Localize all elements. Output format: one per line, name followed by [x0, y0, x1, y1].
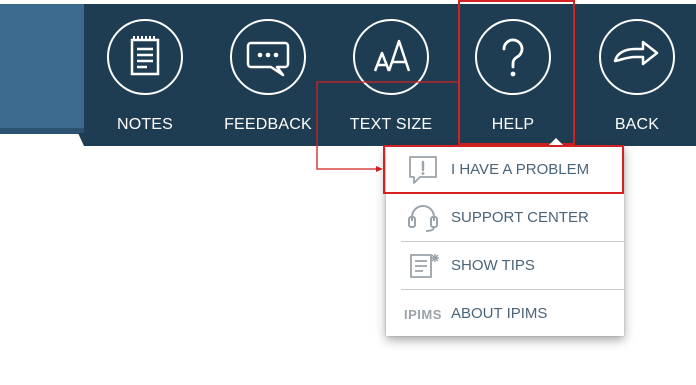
back-icon	[599, 19, 675, 95]
tips-icon	[404, 251, 444, 281]
back-button[interactable]: BACK	[582, 4, 692, 146]
menu-item-label: ABOUT IPIMS	[451, 305, 548, 322]
notes-button[interactable]: NOTES	[90, 4, 200, 146]
notes-icon	[107, 19, 183, 95]
help-icon	[475, 19, 551, 95]
text-size-button[interactable]: TEXT SIZE	[336, 4, 446, 146]
top-toolbar: NOTES FEEDBACK TEXT SIZE HELP BACK	[78, 4, 696, 146]
app-screen: NOTES FEEDBACK TEXT SIZE HELP BACK I HAV…	[0, 0, 696, 385]
help-dropdown-menu: I HAVE A PROBLEM SUPPORT CENTER SHOW TIP…	[386, 138, 624, 338]
back-label: BACK	[614, 116, 660, 133]
menu-item-show-tips[interactable]: SHOW TIPS	[386, 242, 624, 290]
menu-item-about-ipims[interactable]: IPIMS ABOUT IPIMS	[386, 290, 624, 338]
problem-icon	[404, 155, 444, 185]
help-button[interactable]: HELP	[458, 4, 568, 146]
menu-item-support-center[interactable]: SUPPORT CENTER	[386, 194, 624, 242]
ipims-logo: IPIMS	[404, 307, 442, 322]
menu-item-label: SUPPORT CENTER	[451, 209, 589, 226]
menu-item-label: I HAVE A PROBLEM	[451, 161, 590, 178]
side-panel-block	[0, 4, 84, 129]
feedback-button[interactable]: FEEDBACK	[213, 4, 323, 146]
menu-item-i-have-a-problem[interactable]: I HAVE A PROBLEM	[386, 146, 624, 194]
menu-item-label: SHOW TIPS	[451, 257, 535, 274]
headset-icon	[404, 203, 444, 233]
text-size-icon	[353, 19, 429, 95]
feedback-icon	[230, 19, 306, 95]
